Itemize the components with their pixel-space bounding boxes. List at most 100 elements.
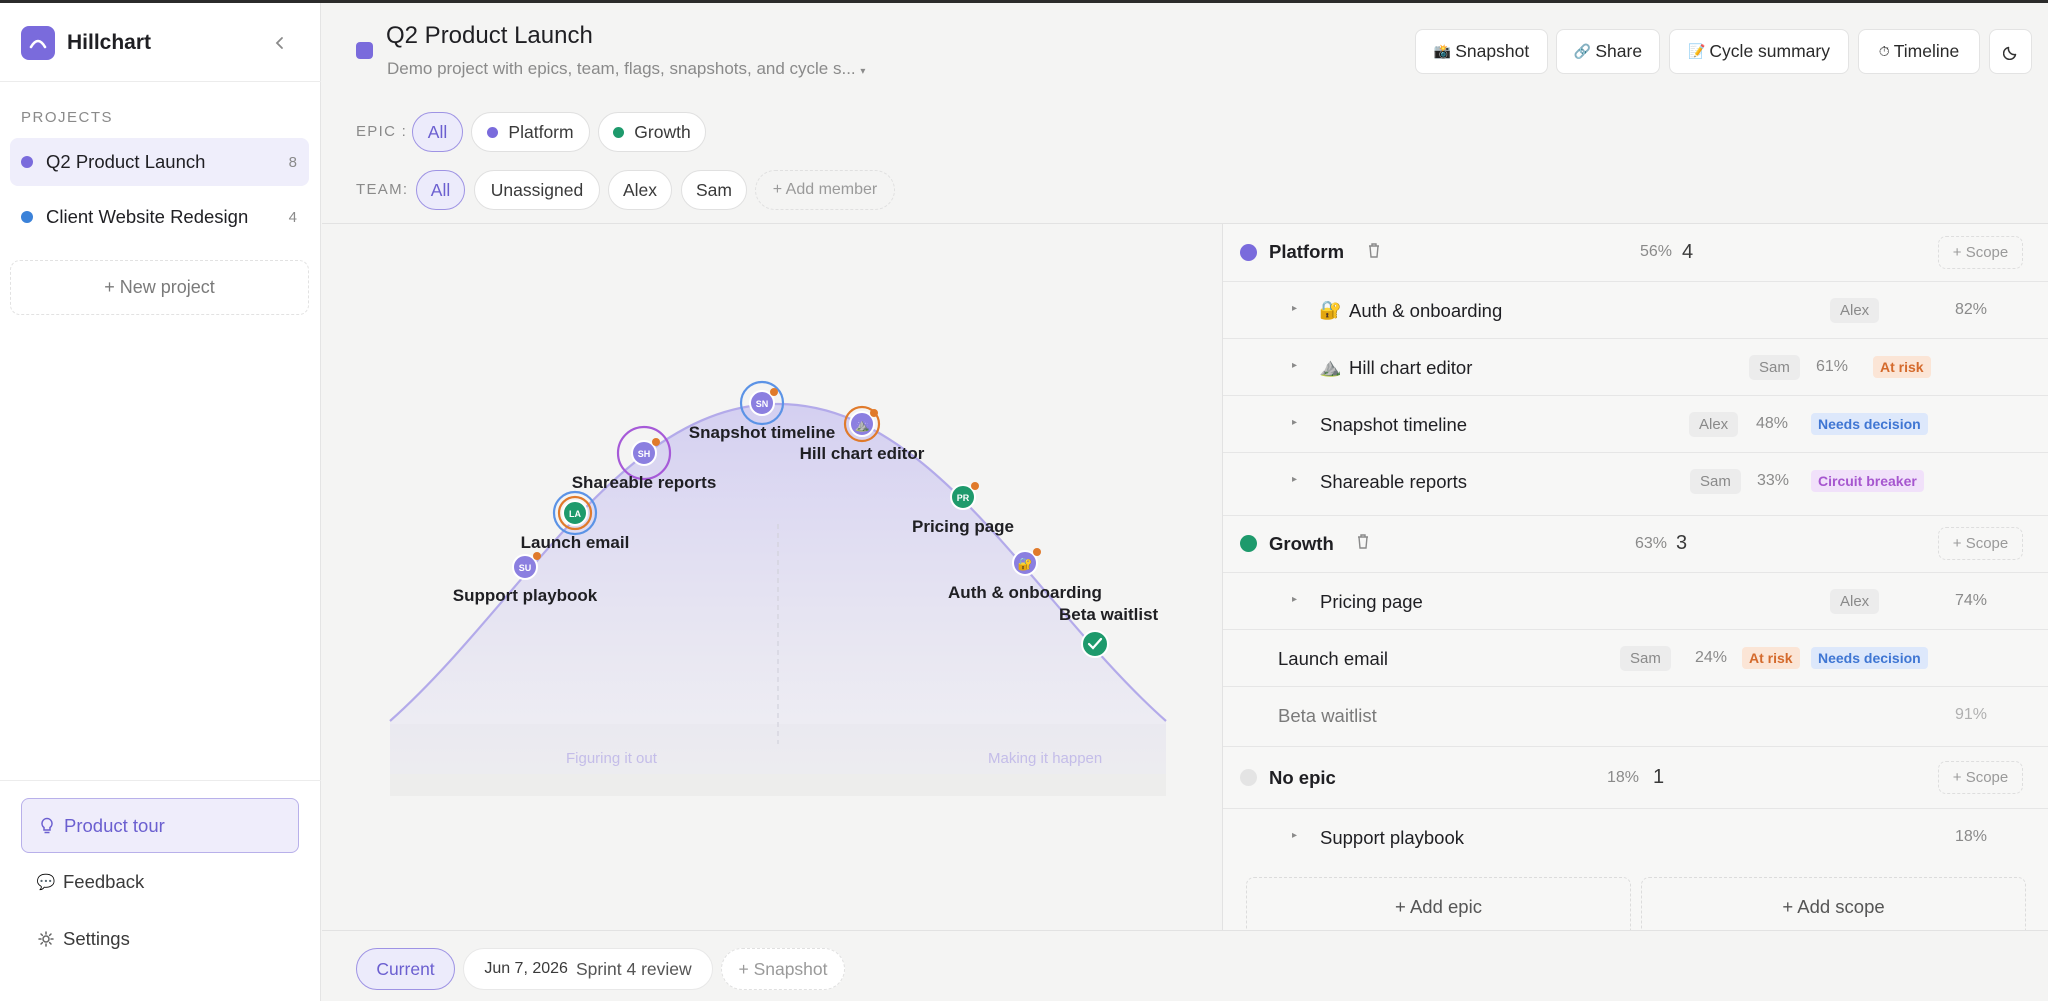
snapshot-button[interactable]: 📸 Snapshot xyxy=(1415,29,1548,74)
project-name: Q2 Product Launch xyxy=(46,151,206,172)
timeline-label: Timeline xyxy=(1893,41,1960,61)
team-filter-sam[interactable]: Sam xyxy=(681,170,747,210)
epic-color-dot xyxy=(1240,243,1257,261)
scope-row-hill-chart-editor[interactable]: ▸ ⛰️ Hill chart editor Sam 61% At risk xyxy=(1223,338,2048,395)
project-item-client-website-redesign[interactable]: Client Website Redesign 4 xyxy=(10,193,309,241)
flag-at-risk: At risk xyxy=(1742,647,1800,669)
scope-name: Auth & onboarding xyxy=(1349,300,1503,321)
expand-triangle-icon[interactable]: ▸ xyxy=(1292,830,1297,841)
sidebar-bottom-divider xyxy=(0,780,321,781)
scope-row-snapshot-timeline[interactable]: ▸ Snapshot timeline Alex 48% Needs decis… xyxy=(1223,395,2048,452)
page-title: Q2 Product Launch xyxy=(386,22,593,49)
add-member-button[interactable]: + Add member xyxy=(755,170,895,210)
project-count: 8 xyxy=(288,153,297,171)
scope-row-launch-email[interactable]: Launch email Sam 24% At risk Needs decis… xyxy=(1223,629,2048,686)
snapshot-date: Jun 7, 2026 xyxy=(484,960,568,977)
project-description[interactable]: Demo project with epics, team, flags, sn… xyxy=(387,59,865,79)
scope-row-beta-waitlist[interactable]: Beta waitlist 91% xyxy=(1223,686,2048,743)
scope-name: Hill chart editor xyxy=(1349,357,1473,378)
epic-filter-label-platform: Platform xyxy=(508,121,574,142)
product-tour-label: Product tour xyxy=(64,814,165,836)
link-icon: 🔗 xyxy=(1573,43,1592,59)
expand-triangle-icon[interactable]: ▸ xyxy=(1292,303,1297,314)
scope-row-pricing-page[interactable]: ▸ Pricing page Alex 74% xyxy=(1223,572,2048,629)
assignee-badge[interactable]: Alex xyxy=(1830,589,1880,614)
hill-label-auth-onboarding: Auth & onboarding xyxy=(948,583,1102,602)
epic-color-dot xyxy=(1240,769,1257,786)
epic-filter-all[interactable]: All xyxy=(412,112,463,152)
current-snapshot-chip[interactable]: Current xyxy=(356,948,455,990)
expand-triangle-icon[interactable]: ▸ xyxy=(1292,594,1297,605)
cycle-summary-label: Cycle summary xyxy=(1709,41,1830,61)
epic-filter-growth[interactable]: Growth xyxy=(598,112,706,152)
add-epic-button[interactable]: + Add epic xyxy=(1246,877,1631,937)
epic-row-no-epic[interactable]: No epic 18% 1 + Scope xyxy=(1223,746,2048,808)
assignee-badge[interactable]: Sam xyxy=(1690,469,1741,494)
cycle-summary-button[interactable]: 📝 Cycle summary xyxy=(1669,29,1849,74)
epic-name: No epic xyxy=(1269,766,1336,788)
lock-key-icon: 🔐 xyxy=(1018,557,1033,571)
hill-label-pricing-page: Pricing page xyxy=(912,517,1014,536)
speech-bubble-icon: 💬 xyxy=(36,874,56,891)
collapse-sidebar-chevron-icon[interactable] xyxy=(270,33,290,53)
scope-progress: 74% xyxy=(1954,592,1987,609)
scope-name: Launch email xyxy=(1278,648,1389,669)
feedback-label: Feedback xyxy=(63,871,145,892)
app-name: Hillchart xyxy=(67,31,152,54)
brand: Hillchart xyxy=(21,25,151,61)
hill-label-launch-email: Launch email xyxy=(521,533,630,552)
epic-scope-count: 3 xyxy=(1676,532,1688,554)
project-count: 4 xyxy=(288,208,297,226)
epic-name: Growth xyxy=(1269,532,1334,554)
new-project-button[interactable]: + New project xyxy=(10,260,309,315)
project-item-q2-product-launch[interactable]: Q2 Product Launch 8 xyxy=(10,138,309,186)
assignee-badge[interactable]: Alex xyxy=(1830,298,1880,323)
scope-row-support-playbook[interactable]: ▸ Support playbook 18% xyxy=(1223,808,2048,866)
hill-chart: Figuring it out Making it happen SU Supp… xyxy=(322,224,1222,930)
scope-name: Snapshot timeline xyxy=(1320,414,1468,435)
hill-label-snapshot-timeline: Snapshot timeline xyxy=(689,423,835,442)
add-scope-to-epic-button[interactable]: + Scope xyxy=(1938,761,2023,794)
expand-triangle-icon[interactable]: ▸ xyxy=(1292,474,1297,485)
trash-icon[interactable] xyxy=(1367,242,1381,263)
dark-mode-toggle[interactable] xyxy=(1989,29,2032,74)
flag-circuit-breaker: Circuit breaker xyxy=(1811,470,1924,492)
settings-label: Settings xyxy=(63,928,130,949)
timeline-button[interactable]: ⏱ Timeline xyxy=(1858,29,1980,74)
product-tour-button[interactable]: Product tour xyxy=(21,798,299,853)
settings-link[interactable]: Settings xyxy=(37,928,130,950)
scope-row-auth-onboarding[interactable]: ▸ 🔐 Auth & onboarding Alex 82% xyxy=(1223,281,2048,338)
epic-color-dot xyxy=(487,126,499,138)
assignee-badge[interactable]: Sam xyxy=(1620,646,1671,671)
add-scope-to-epic-button[interactable]: + Scope xyxy=(1938,235,2023,269)
team-filter-unassigned[interactable]: Unassigned xyxy=(474,170,600,210)
assignee-badge[interactable]: Alex xyxy=(1689,412,1739,437)
add-scope-button[interactable]: + Add scope xyxy=(1641,877,2026,937)
epic-row-platform[interactable]: Platform 56% 4 + Scope xyxy=(1223,224,2048,280)
expand-triangle-icon[interactable]: ▸ xyxy=(1292,360,1297,371)
memo-icon: 📝 xyxy=(1687,43,1706,59)
team-filter-alex[interactable]: Alex xyxy=(608,170,672,210)
add-snapshot-button[interactable]: + Snapshot xyxy=(721,948,845,990)
svg-text:SN: SN xyxy=(756,399,769,409)
mountain-icon: ⛰️ xyxy=(1319,357,1342,377)
epic-progress: 18% xyxy=(1606,768,1639,786)
feedback-link[interactable]: 💬 Feedback xyxy=(36,871,145,893)
snapshot-chip-sprint-4-review[interactable]: Jun 7, 2026 Sprint 4 review xyxy=(463,948,713,990)
add-scope-to-epic-button[interactable]: + Scope xyxy=(1938,527,2023,560)
team-filter-all[interactable]: All xyxy=(416,170,465,210)
epic-scope-count: 4 xyxy=(1682,240,1694,263)
scope-progress: 18% xyxy=(1954,828,1987,845)
hill-label-beta-waitlist: Beta waitlist xyxy=(1059,605,1159,624)
share-button[interactable]: 🔗 Share xyxy=(1556,29,1660,74)
team-filter-label: TEAM: xyxy=(356,181,409,198)
assignee-badge[interactable]: Sam xyxy=(1749,355,1800,380)
epic-row-growth[interactable]: Growth 63% 3 + Scope xyxy=(1223,515,2048,571)
scope-row-shareable-reports[interactable]: ▸ Shareable reports Sam 33% Circuit brea… xyxy=(1223,452,2048,509)
expand-triangle-icon[interactable]: ▸ xyxy=(1292,417,1297,428)
gear-icon xyxy=(37,931,55,947)
epic-scope-count: 1 xyxy=(1653,766,1665,788)
epic-filter-platform[interactable]: Platform xyxy=(471,112,590,152)
share-label: Share xyxy=(1595,41,1643,61)
trash-icon[interactable] xyxy=(1356,533,1370,554)
